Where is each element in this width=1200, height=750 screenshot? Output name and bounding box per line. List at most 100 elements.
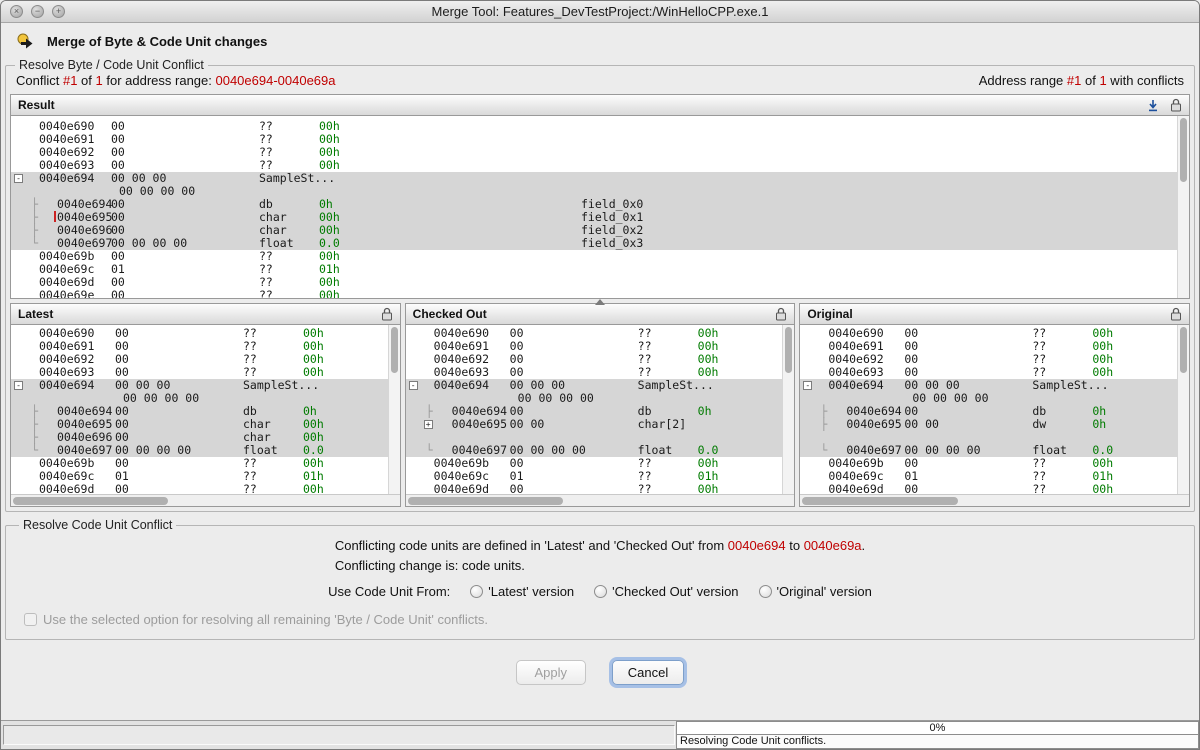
radio-latest-version[interactable]: 'Latest' version xyxy=(470,584,574,599)
scrollbar-thumb[interactable] xyxy=(408,497,563,505)
listing-row[interactable]: -0040e69400 00 00SampleSt... xyxy=(406,379,783,392)
operand: 00h xyxy=(1092,483,1172,494)
operand: 00h xyxy=(319,146,581,159)
bytes: 00 00 xyxy=(904,418,1032,431)
listing-row[interactable]: 0040e69b00??00h xyxy=(11,250,1177,263)
operand: 00h xyxy=(319,289,581,298)
row-gutter xyxy=(11,263,39,276)
lock-icon[interactable] xyxy=(1170,98,1182,112)
horizontal-scrollbar[interactable] xyxy=(800,494,1189,506)
operand: 00h xyxy=(698,483,778,494)
dialog-buttons: Apply Cancel xyxy=(1,660,1199,685)
conflict-description-line1: Conflicting code units are defined in 'L… xyxy=(335,536,865,556)
listing-row[interactable]: 0040e69100??00h xyxy=(11,133,1177,146)
scrollbar-thumb[interactable] xyxy=(802,497,957,505)
row-gutter: - xyxy=(11,379,39,392)
bytes: 00 00 00 00 xyxy=(111,185,259,198)
vertical-scrollbar[interactable] xyxy=(388,325,400,494)
listing-row[interactable]: └0040e69700 00 00 00float0.0field_0x3 xyxy=(11,237,1177,250)
operand: 00h xyxy=(319,120,581,133)
listing-row[interactable]: 0040e69d00??00h xyxy=(11,276,1177,289)
radio-checkedout-label: 'Checked Out' version xyxy=(612,584,738,599)
conflict-info: Conflict #1 of 1 for address range: 0040… xyxy=(16,73,336,88)
bytes: 00 xyxy=(904,483,1032,494)
mnemonic: SampleSt... xyxy=(259,172,319,185)
apply-to-all-checkbox[interactable]: Use the selected option for resolving al… xyxy=(24,612,1186,627)
listing-row[interactable]: 0040e69000??00h xyxy=(11,120,1177,133)
collapse-icon[interactable]: - xyxy=(14,381,23,390)
row-gutter xyxy=(11,289,39,298)
bytes: 00 xyxy=(115,327,243,340)
listing-row[interactable]: 0040e69d00??00h xyxy=(406,483,783,494)
row-gutter xyxy=(11,250,39,263)
scrollbar-thumb[interactable] xyxy=(391,327,398,373)
bytes: 00 xyxy=(111,211,259,224)
apply-button[interactable]: Apply xyxy=(516,660,586,685)
radio-original-version[interactable]: 'Original' version xyxy=(759,584,872,599)
collapse-icon[interactable]: - xyxy=(14,174,23,183)
horizontal-scrollbar[interactable] xyxy=(406,494,795,506)
row-gutter: └ xyxy=(11,444,39,457)
address: 0040e694 xyxy=(39,172,111,185)
vertical-scrollbar[interactable] xyxy=(1177,116,1189,298)
radio-checkedout-version[interactable]: 'Checked Out' version xyxy=(594,584,738,599)
listing-row[interactable]: 0040e69300??00h xyxy=(11,159,1177,172)
scrollbar-thumb[interactable] xyxy=(1180,118,1187,182)
listing-row[interactable]: 0040e69d00??00h xyxy=(800,483,1177,494)
listing-row[interactable]: 0040e69200??00h xyxy=(11,146,1177,159)
collapse-icon[interactable]: - xyxy=(803,381,812,390)
vertical-scrollbar[interactable] xyxy=(782,325,794,494)
cancel-button[interactable]: Cancel xyxy=(612,660,684,685)
latest-panel: Latest 0040e69000??00h0040e69100??00h004… xyxy=(10,303,401,507)
row-gutter xyxy=(406,353,434,366)
splitter-arrow-icon[interactable] xyxy=(595,299,605,305)
lock-icon[interactable] xyxy=(775,307,787,321)
close-button[interactable]: × xyxy=(10,5,23,18)
conflict-prefix: Conflict xyxy=(16,73,63,88)
vertical-scrollbar[interactable] xyxy=(1177,325,1189,494)
operand: 00h xyxy=(319,133,581,146)
listing-row[interactable]: 0040e69d00??00h xyxy=(11,483,388,494)
merge-tool-window: { "window": { "title": "Merge Tool: Feat… xyxy=(0,0,1200,750)
conflict-of: of xyxy=(77,73,95,88)
scrollbar-thumb[interactable] xyxy=(1180,327,1187,373)
operand xyxy=(319,172,581,185)
bytes: 00 00 xyxy=(510,418,638,431)
row-gutter xyxy=(11,470,39,483)
tree-line-icon: └ xyxy=(820,444,827,457)
bytes: 00 xyxy=(111,250,259,263)
listing-row[interactable]: -0040e69400 00 00SampleSt... xyxy=(11,379,388,392)
row-gutter xyxy=(800,470,828,483)
lock-icon[interactable] xyxy=(381,307,393,321)
field-name: field_0x3 xyxy=(581,237,643,250)
use-code-unit-label: Use Code Unit From: xyxy=(328,584,450,599)
bytes: 00 xyxy=(115,353,243,366)
code-unit-choice-row: Use Code Unit From: 'Latest' version 'Ch… xyxy=(14,584,1186,599)
lock-icon[interactable] xyxy=(1170,307,1182,321)
row-gutter xyxy=(800,457,828,470)
minimize-button[interactable]: − xyxy=(31,5,44,18)
download-icon[interactable] xyxy=(1147,99,1159,112)
window-controls: × − + xyxy=(10,5,65,18)
scrollbar-thumb[interactable] xyxy=(785,327,792,373)
listing-row[interactable]: +0040e69500 00char[2] xyxy=(406,418,783,431)
range-total: 1 xyxy=(1099,73,1106,88)
scrollbar-thumb[interactable] xyxy=(13,497,168,505)
expand-icon[interactable]: + xyxy=(424,420,433,429)
bytes: 01 xyxy=(510,470,638,483)
address: 0040e694 xyxy=(434,379,510,392)
progress-status-text: Resolving Code Unit conflicts. xyxy=(676,735,1199,749)
conflict-total: 1 xyxy=(96,73,103,88)
radio-icon xyxy=(594,585,607,598)
horizontal-scrollbar[interactable] xyxy=(11,494,400,506)
range-prefix: Address range xyxy=(979,73,1067,88)
operand: 01h xyxy=(319,263,581,276)
listing-row[interactable]: 0040e69e00??00h xyxy=(11,289,1177,298)
result-listing: 0040e69000??00h0040e69100??00h0040e69200… xyxy=(11,116,1189,298)
listing-row[interactable]: 0040e69c01??01h xyxy=(11,263,1177,276)
zoom-button[interactable]: + xyxy=(52,5,65,18)
listing-row[interactable]: ├0040e69500 00dw0h xyxy=(800,418,1177,431)
collapse-icon[interactable]: - xyxy=(409,381,418,390)
row-gutter: - xyxy=(11,172,39,185)
row-gutter xyxy=(406,327,434,340)
